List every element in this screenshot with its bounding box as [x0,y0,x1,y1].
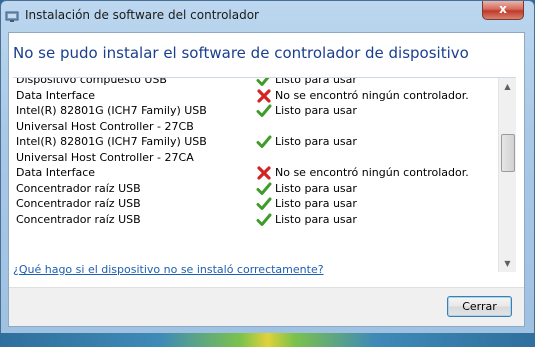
list-item: Data Interface No se encontró ningún con… [13,88,498,104]
device-name: Intel(R) 82801G (ICH7 Family) USB Univer… [16,135,207,164]
device-status: Listo para usar [275,212,357,226]
list-item: Data Interface No se encontró ningún con… [13,165,498,181]
dialog-footer: Cerrar [9,287,524,326]
scroll-down-icon[interactable]: ▼ [499,255,516,272]
list-item: Concentrador raíz USB Listo para usar [13,196,498,212]
vertical-scrollbar[interactable]: ▲ ▼ [498,78,516,272]
list-item: Concentrador raíz USB Listo para usar [13,181,498,197]
scroll-thumb[interactable] [501,134,515,172]
list-item: Intel(R) 82801G (ICH7 Family) USB Univer… [13,103,498,134]
device-name: Data Interface [16,166,96,179]
device-status: Listo para usar [275,77,357,86]
close-icon: x [499,2,507,16]
list-item: Concentrador raíz USB Listo para usar [13,212,498,228]
device-status: Listo para usar [275,104,357,117]
device-list[interactable]: Dispositivo compuesto USB Listo para usa… [13,77,516,272]
cerrar-button[interactable]: Cerrar [447,296,512,317]
device-name: Concentrador raíz USB [16,181,141,195]
window-title: Instalación de software del controlador [25,8,259,22]
green-check-icon [256,213,272,226]
device-name: Concentrador raíz USB [16,197,141,210]
device-status: No se encontró ningún controlador. [275,166,469,179]
device-status: Listo para usar [275,197,357,210]
dialog-content: No se pudo instalar el software de contr… [8,32,525,327]
device-name: Data Interface [16,88,96,102]
page-title: No se pudo instalar el software de contr… [13,44,469,62]
scroll-up-icon[interactable]: ▲ [499,78,516,95]
list-item: Dispositivo compuesto USB Listo para usa… [13,77,498,88]
green-check-icon [256,104,272,117]
driver-install-dialog: Instalación de software del controlador … [0,0,535,335]
device-status: Listo para usar [275,135,357,148]
window-close-button[interactable]: x [482,1,524,20]
device-manager-icon [5,11,19,22]
list-item: Intel(R) 82801G (ICH7 Family) USB Univer… [13,134,498,165]
device-name: Dispositivo compuesto USB [16,77,167,86]
device-list-rows: Dispositivo compuesto USB Listo para usa… [13,77,498,228]
title-bar[interactable]: Instalación de software del controlador … [1,1,534,32]
green-check-icon [256,182,272,195]
desktop-background [0,333,535,347]
device-name: Concentrador raíz USB [16,212,141,226]
green-check-icon [256,197,272,210]
device-status: Listo para usar [275,181,357,195]
device-status: No se encontró ningún controlador. [275,88,469,102]
help-link[interactable]: ¿Qué hago si el dispositivo no se instal… [13,263,324,276]
green-check-icon [256,78,270,86]
red-x-icon [257,166,271,180]
device-name: Intel(R) 82801G (ICH7 Family) USB Univer… [16,104,207,133]
green-check-icon [256,135,272,148]
red-x-icon [257,88,271,103]
